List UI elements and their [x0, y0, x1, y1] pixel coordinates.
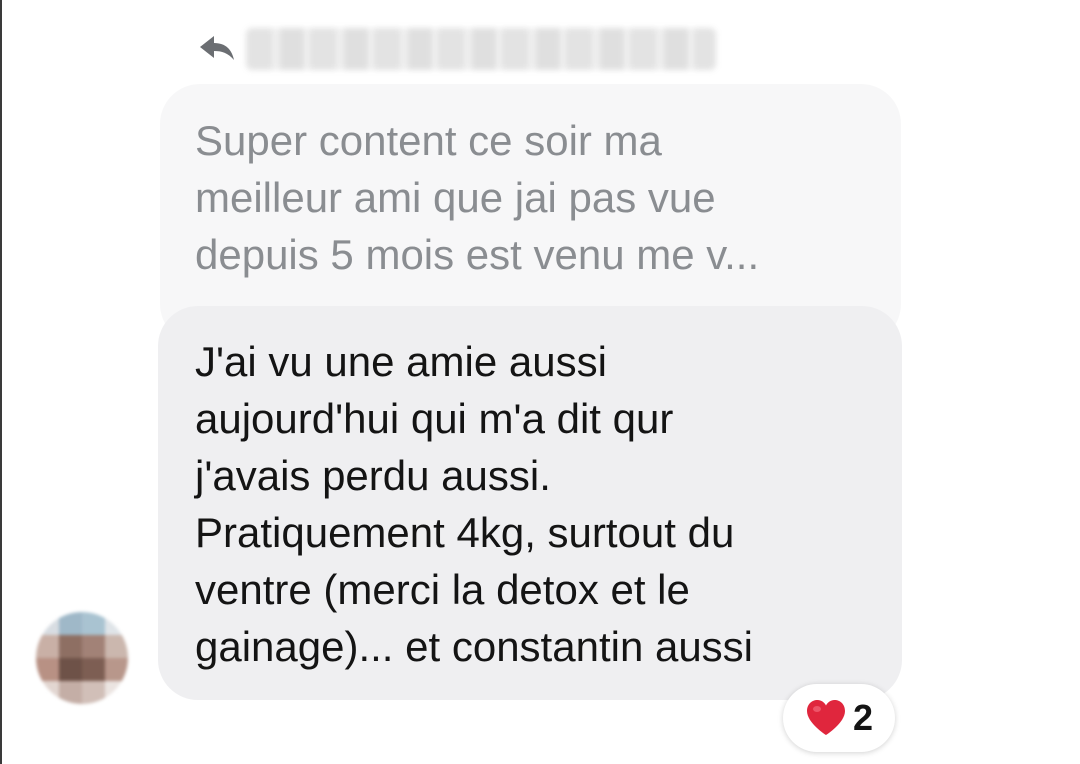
reply-header: [198, 22, 718, 72]
reply-arrow-icon: [198, 32, 238, 62]
message-text: J'ai vu une amie aussi aujourd'hui qui m…: [195, 338, 754, 670]
reaction-count: 2: [853, 697, 874, 738]
reply-recipient-blurred: [246, 28, 716, 70]
avatar[interactable]: [36, 612, 128, 704]
quoted-message-text: Super content ce soir ma meilleur ami qu…: [195, 117, 760, 278]
heart-icon: [805, 699, 847, 737]
reaction-badge[interactable]: 2: [783, 684, 895, 752]
screen-edge-divider: [0, 0, 2, 764]
